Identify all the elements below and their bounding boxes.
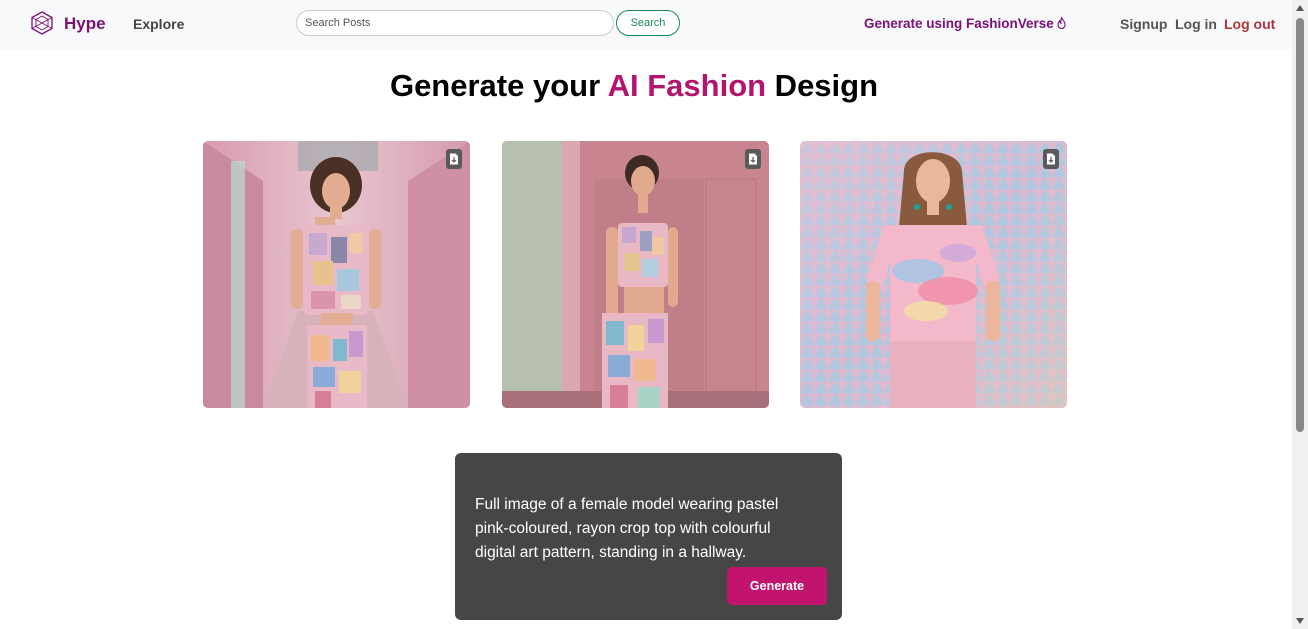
vertical-scrollbar[interactable] — [1292, 0, 1308, 629]
generated-image-2[interactable] — [502, 141, 769, 408]
generated-image-3[interactable] — [800, 141, 1067, 408]
brand-name[interactable]: Hype — [64, 14, 106, 34]
scroll-up-arrow-icon[interactable] — [1292, 0, 1308, 16]
logout-link[interactable]: Log out — [1224, 16, 1275, 32]
download-button[interactable] — [446, 149, 462, 169]
search-input[interactable] — [296, 10, 614, 36]
search-button[interactable]: Search — [616, 10, 680, 36]
fashion-image-2 — [502, 141, 769, 408]
title-accent: AI Fashion — [607, 68, 767, 103]
hexagon-logo-icon[interactable] — [30, 11, 54, 35]
page-title: Generate your AI Fashion Design — [0, 68, 1268, 104]
fashionverse-link[interactable]: Generate using FashionVerse — [864, 15, 1066, 31]
signup-link[interactable]: Signup — [1120, 16, 1167, 32]
generate-button[interactable]: Generate — [727, 567, 827, 605]
fashionverse-link-label: Generate using FashionVerse — [864, 16, 1054, 31]
fashion-image-3 — [800, 141, 1067, 408]
prompt-text[interactable]: Full image of a female model wearing pas… — [475, 493, 815, 565]
generated-image-1[interactable] — [203, 141, 470, 408]
title-part-1: Generate your — [389, 68, 608, 103]
prompt-panel: Full image of a female model wearing pas… — [455, 453, 842, 620]
scroll-down-arrow-icon[interactable] — [1292, 613, 1308, 629]
fashion-image-1 — [203, 141, 470, 408]
download-button[interactable] — [745, 149, 761, 169]
scrollbar-thumb[interactable] — [1296, 18, 1304, 432]
navbar: Hype Explore Search Generate using Fashi… — [0, 0, 1292, 49]
download-file-icon — [450, 153, 458, 165]
explore-link[interactable]: Explore — [133, 16, 184, 32]
download-file-icon — [749, 153, 757, 165]
title-part-2: Design — [766, 68, 879, 103]
download-file-icon — [1047, 153, 1055, 165]
login-link[interactable]: Log in — [1175, 16, 1217, 32]
download-button[interactable] — [1043, 149, 1059, 169]
flame-icon — [1057, 15, 1066, 30]
